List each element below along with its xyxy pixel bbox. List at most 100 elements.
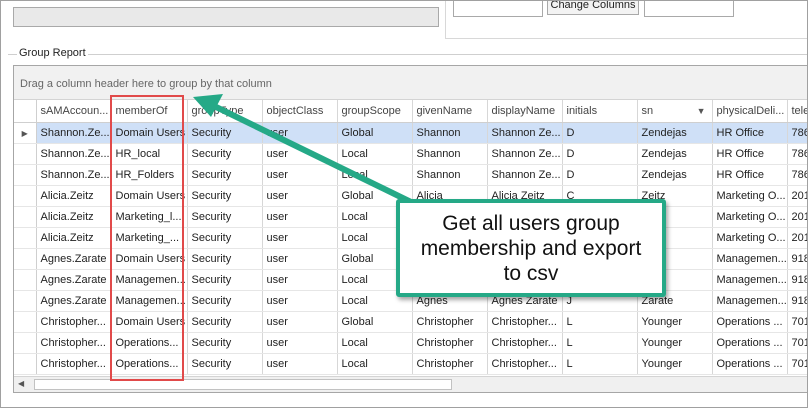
table-cell[interactable]: Alicia.Zeitz — [36, 206, 112, 228]
table-cell[interactable]: 201 — [787, 227, 807, 249]
table-row[interactable]: ▶ Shannon.Ze... Domain Users Security user Gl… — [14, 122, 807, 144]
table-cell[interactable]: Global — [337, 122, 413, 144]
row-indicator[interactable] — [14, 311, 37, 333]
table-cell[interactable]: Security — [187, 122, 263, 144]
column-header[interactable]: tele — [787, 100, 807, 123]
column-header[interactable]: groupScope — [337, 100, 413, 123]
row-indicator[interactable] — [14, 185, 37, 207]
row-indicator[interactable] — [14, 206, 37, 228]
table-cell[interactable]: 786 — [787, 122, 807, 144]
table-cell[interactable]: user — [262, 143, 338, 165]
table-cell[interactable]: Christopher — [412, 353, 488, 375]
table-cell[interactable]: Zendejas — [637, 164, 713, 186]
table-cell[interactable]: HR Office — [712, 164, 788, 186]
column-header[interactable]: sn ▼ — [637, 100, 713, 123]
table-cell[interactable]: 786 — [787, 164, 807, 186]
table-cell[interactable]: user — [262, 332, 338, 354]
table-cell[interactable]: Operations ... — [712, 353, 788, 375]
table-cell[interactable]: Domain Users — [111, 122, 188, 144]
table-cell[interactable]: Agnes.Zarate — [36, 290, 112, 312]
table-cell[interactable]: user — [262, 227, 338, 249]
table-cell[interactable]: Marketing O... — [712, 206, 788, 228]
table-cell[interactable]: Younger — [637, 311, 713, 333]
column-header[interactable]: givenName — [412, 100, 488, 123]
table-cell[interactable]: Christopher... — [36, 332, 112, 354]
row-indicator[interactable] — [14, 227, 37, 249]
table-cell[interactable]: 201 — [787, 206, 807, 228]
column-header[interactable]: displayName — [487, 100, 563, 123]
table-cell[interactable]: Christopher — [412, 311, 488, 333]
column-header[interactable]: physicalDeli... — [712, 100, 788, 123]
table-cell[interactable]: D — [562, 122, 638, 144]
table-cell[interactable]: Christopher... — [36, 311, 112, 333]
table-cell[interactable]: L — [562, 311, 638, 333]
table-cell[interactable]: Managemen... — [712, 269, 788, 291]
table-cell[interactable]: Shannon — [412, 164, 488, 186]
table-cell[interactable]: Agnes.Zarate — [36, 248, 112, 270]
table-cell[interactable]: Shannon Ze... — [487, 122, 563, 144]
table-cell[interactable]: Security — [187, 164, 263, 186]
search-input[interactable] — [13, 7, 439, 27]
column-header[interactable]: sAMAccoun... — [36, 100, 112, 123]
table-cell[interactable]: HR Office — [712, 143, 788, 165]
table-cell[interactable]: Managemen... — [111, 269, 188, 291]
table-cell[interactable]: Shannon.Ze... — [36, 122, 112, 144]
table-cell[interactable]: 918 — [787, 290, 807, 312]
table-cell[interactable]: Security — [187, 248, 263, 270]
table-cell[interactable]: Shannon Ze... — [487, 143, 563, 165]
column-header[interactable]: initials — [562, 100, 638, 123]
table-cell[interactable]: user — [262, 269, 338, 291]
change-columns-button[interactable]: Change Columns — [547, 1, 639, 15]
table-cell[interactable]: Security — [187, 290, 263, 312]
row-indicator[interactable] — [14, 164, 37, 186]
table-cell[interactable]: Alicia.Zeitz — [36, 185, 112, 207]
table-cell[interactable]: Younger — [637, 332, 713, 354]
table-row[interactable]: Christopher... Operations... Security user L… — [14, 353, 807, 375]
table-cell[interactable]: D — [562, 164, 638, 186]
table-cell[interactable]: Security — [187, 353, 263, 375]
table-cell[interactable]: 918 — [787, 248, 807, 270]
table-cell[interactable]: user — [262, 185, 338, 207]
table-cell[interactable]: Security — [187, 206, 263, 228]
table-cell[interactable]: Christopher... — [36, 353, 112, 375]
table-cell[interactable]: Local — [337, 164, 413, 186]
row-indicator[interactable] — [14, 248, 37, 270]
table-cell[interactable]: Shannon Ze... — [487, 164, 563, 186]
table-cell[interactable]: Domain Users — [111, 311, 188, 333]
row-indicator[interactable] — [14, 290, 37, 312]
scroll-left-icon[interactable]: ◀ — [18, 379, 24, 388]
table-cell[interactable]: D — [562, 143, 638, 165]
row-indicator[interactable] — [14, 143, 37, 165]
table-cell[interactable]: Marketing O... — [712, 185, 788, 207]
table-row[interactable]: Shannon.Ze... HR_local Security user Local Sh… — [14, 143, 807, 165]
table-cell[interactable]: Operations ... — [712, 332, 788, 354]
table-cell[interactable]: Marketing O... — [712, 227, 788, 249]
group-by-panel[interactable]: Drag a column header here to group by th… — [14, 66, 807, 100]
table-cell[interactable]: 701 — [787, 311, 807, 333]
table-cell[interactable]: Christopher... — [487, 353, 563, 375]
table-cell[interactable]: Operations... — [111, 332, 188, 354]
left-filter-input[interactable] — [453, 1, 543, 17]
table-cell[interactable]: Local — [337, 143, 413, 165]
table-cell[interactable]: Younger — [637, 353, 713, 375]
table-cell[interactable]: user — [262, 164, 338, 186]
table-cell[interactable]: Local — [337, 332, 413, 354]
table-row[interactable]: Christopher... Operations... Security user L… — [14, 332, 807, 354]
scrollbar-thumb[interactable] — [34, 379, 452, 390]
table-cell[interactable]: Shannon.Ze... — [36, 143, 112, 165]
table-cell[interactable]: Shannon — [412, 122, 488, 144]
table-cell[interactable]: Operations ... — [712, 311, 788, 333]
table-cell[interactable]: Domain Users — [111, 185, 188, 207]
table-cell[interactable]: Domain Users — [111, 248, 188, 270]
table-cell[interactable]: Security — [187, 143, 263, 165]
table-cell[interactable]: Shannon — [412, 143, 488, 165]
table-cell[interactable]: Security — [187, 332, 263, 354]
table-cell[interactable]: Managemen... — [712, 290, 788, 312]
table-cell[interactable]: 701 — [787, 353, 807, 375]
table-cell[interactable]: Security — [187, 185, 263, 207]
table-cell[interactable]: Zendejas — [637, 122, 713, 144]
table-cell[interactable]: L — [562, 332, 638, 354]
row-indicator[interactable] — [14, 269, 37, 291]
table-cell[interactable]: Global — [337, 311, 413, 333]
table-row[interactable]: Christopher... Domain Users Security user Gl… — [14, 311, 807, 333]
